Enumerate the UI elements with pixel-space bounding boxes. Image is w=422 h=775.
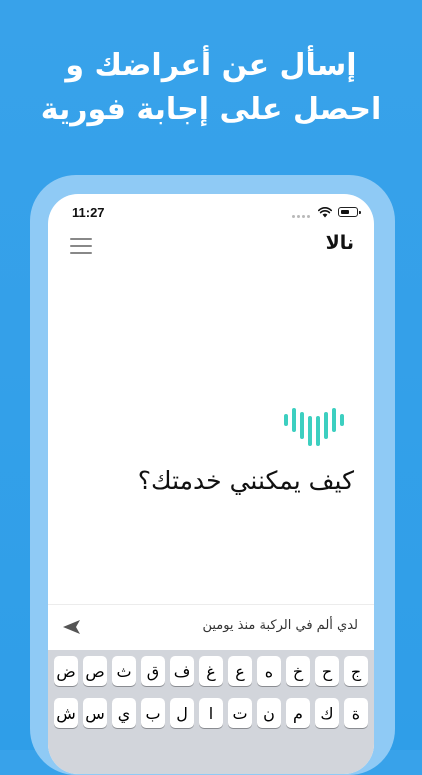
keyboard-key[interactable]: ص <box>83 656 107 686</box>
keyboard-row-2: ةكمنتالبيسش <box>48 698 374 736</box>
battery-icon <box>338 207 361 217</box>
phone-screen: 11:27 نالا كيف يمكنني خدمتك؟ لدي ألم في … <box>48 194 374 774</box>
keyboard-key[interactable]: ش <box>54 698 78 728</box>
status-bar: 11:27 <box>48 194 374 230</box>
keyboard-key[interactable]: م <box>286 698 310 728</box>
keyboard-key[interactable]: ع <box>228 656 252 686</box>
wifi-icon <box>318 206 332 217</box>
promo-headline: إسأل عن أعراضك و احصل على إجابة فورية <box>0 44 422 132</box>
message-input-field[interactable]: لدي ألم في الركبة منذ يومين <box>202 618 358 633</box>
keyboard-key[interactable]: ت <box>228 698 252 728</box>
status-icons <box>292 206 361 218</box>
promo-headline-line-1: إسأل عن أعراضك و <box>65 48 357 83</box>
keyboard-key[interactable]: ك <box>315 698 339 728</box>
send-arrow-icon[interactable] <box>62 618 82 636</box>
keyboard-key[interactable]: ل <box>170 698 194 728</box>
keyboard-key[interactable]: س <box>83 698 107 728</box>
keyboard-key[interactable]: ا <box>199 698 223 728</box>
keyboard-key[interactable]: ح <box>315 656 339 686</box>
keyboard-key[interactable]: خ <box>286 656 310 686</box>
keyboard-key[interactable]: غ <box>199 656 223 686</box>
promo-headline-line-2: احصل على إجابة فورية <box>40 92 382 127</box>
keyboard-key[interactable]: ج <box>344 656 368 686</box>
keyboard-key[interactable]: ث <box>112 656 136 686</box>
message-input-bar: لدي ألم في الركبة منذ يومين <box>48 604 374 651</box>
greeting-text: كيف يمكنني خدمتك؟ <box>137 466 354 495</box>
keyboard-key[interactable]: ي <box>112 698 136 728</box>
arabic-keyboard: جحخهعغفقثصض ةكمنتالبيسش <box>48 650 374 774</box>
keyboard-key[interactable]: ب <box>141 698 165 728</box>
signal-icon <box>292 203 312 222</box>
keyboard-key[interactable]: ق <box>141 656 165 686</box>
hamburger-menu-icon[interactable] <box>70 238 92 254</box>
keyboard-key[interactable]: ف <box>170 656 194 686</box>
app-header: نالا <box>48 230 374 270</box>
keyboard-key[interactable]: ض <box>54 656 78 686</box>
heart-wave-logo-icon <box>284 408 344 446</box>
app-title: نالا <box>325 232 354 254</box>
keyboard-row-1: جحخهعغفقثصض <box>48 656 374 694</box>
keyboard-key[interactable]: ه <box>257 656 281 686</box>
keyboard-key[interactable]: ة <box>344 698 368 728</box>
keyboard-key[interactable]: ن <box>257 698 281 728</box>
status-time: 11:27 <box>72 205 105 220</box>
